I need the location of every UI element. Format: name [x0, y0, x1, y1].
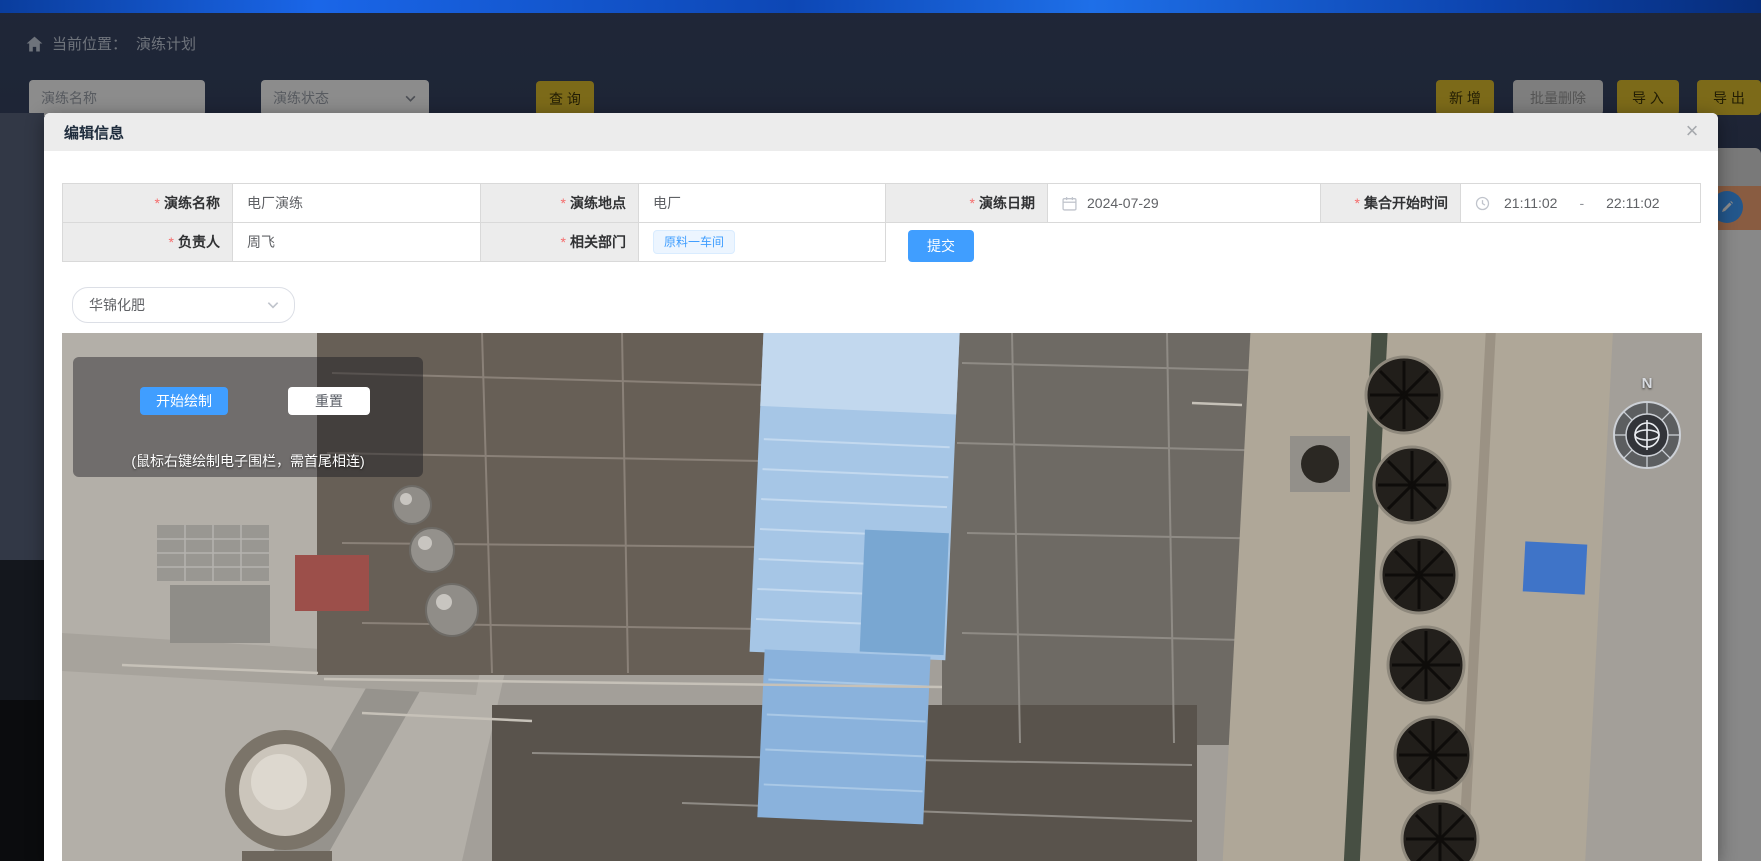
edit-info-modal: 编辑信息 × * 演练名称 电厂演练 * 演练地点 电厂 * 演练日期 2024…: [44, 113, 1718, 861]
start-draw-button[interactable]: 开始绘制: [140, 387, 228, 415]
company-select[interactable]: 华锦化肥: [72, 287, 295, 323]
required-mark: *: [155, 195, 160, 211]
submit-button-label: 提交: [927, 236, 955, 256]
time-end-value: 22:11:02: [1606, 195, 1659, 211]
reset-button[interactable]: 重置: [288, 387, 370, 415]
drill-date-label: * 演练日期: [886, 184, 1048, 223]
compass-north-label: N: [1635, 375, 1659, 392]
form-row-2: * 负责人 周飞 * 相关部门 原料一车间: [62, 223, 886, 262]
department-tag: 原料一车间: [653, 230, 735, 254]
map-canvas[interactable]: 开始绘制 重置 (鼠标右键绘制电子围栏，需首尾相连) N: [62, 333, 1702, 861]
top-blue-strip: [0, 0, 1761, 13]
required-mark: *: [169, 234, 174, 250]
clock-icon: [1475, 196, 1490, 211]
department-label: * 相关部门: [481, 223, 639, 262]
leader-label: * 负责人: [63, 223, 233, 262]
chevron-down-icon: [266, 298, 280, 312]
drill-location-label: * 演练地点: [481, 184, 639, 223]
modal-header: [44, 113, 1718, 151]
close-icon[interactable]: ×: [1678, 117, 1706, 145]
drill-name-label: * 演练名称: [63, 184, 233, 223]
submit-button[interactable]: 提交: [908, 230, 974, 262]
required-mark: *: [970, 195, 975, 211]
drill-date-picker[interactable]: 2024-07-29: [1048, 184, 1321, 223]
modal-title: 编辑信息: [64, 113, 124, 151]
assembly-time-label: * 集合开始时间: [1321, 184, 1461, 223]
compass-control[interactable]: [1612, 400, 1682, 470]
company-select-value: 华锦化肥: [89, 295, 145, 315]
leader-input[interactable]: 周飞: [233, 223, 481, 262]
drill-location-input[interactable]: 电厂: [639, 184, 886, 223]
drill-name-input[interactable]: 电厂演练: [233, 184, 481, 223]
required-mark: *: [561, 234, 566, 250]
compass-icon: [1612, 400, 1682, 470]
department-select[interactable]: 原料一车间: [639, 223, 886, 262]
reset-label: 重置: [315, 391, 343, 411]
required-mark: *: [1355, 195, 1360, 211]
assembly-time-range-picker[interactable]: 21:11:02 - 22:11:02: [1461, 184, 1701, 223]
draw-control-panel: 开始绘制 重置 (鼠标右键绘制电子围栏，需首尾相连): [73, 357, 423, 477]
required-mark: *: [561, 195, 566, 211]
form-row-1: * 演练名称 电厂演练 * 演练地点 电厂 * 演练日期 2024-07-29 …: [62, 183, 1701, 223]
start-draw-label: 开始绘制: [156, 391, 212, 411]
time-start-value: 21:11:02: [1504, 195, 1557, 211]
draw-hint-text: (鼠标右键绘制电子围栏，需首尾相连): [73, 451, 423, 471]
calendar-icon: [1062, 196, 1077, 211]
time-separator: -: [1579, 195, 1584, 211]
